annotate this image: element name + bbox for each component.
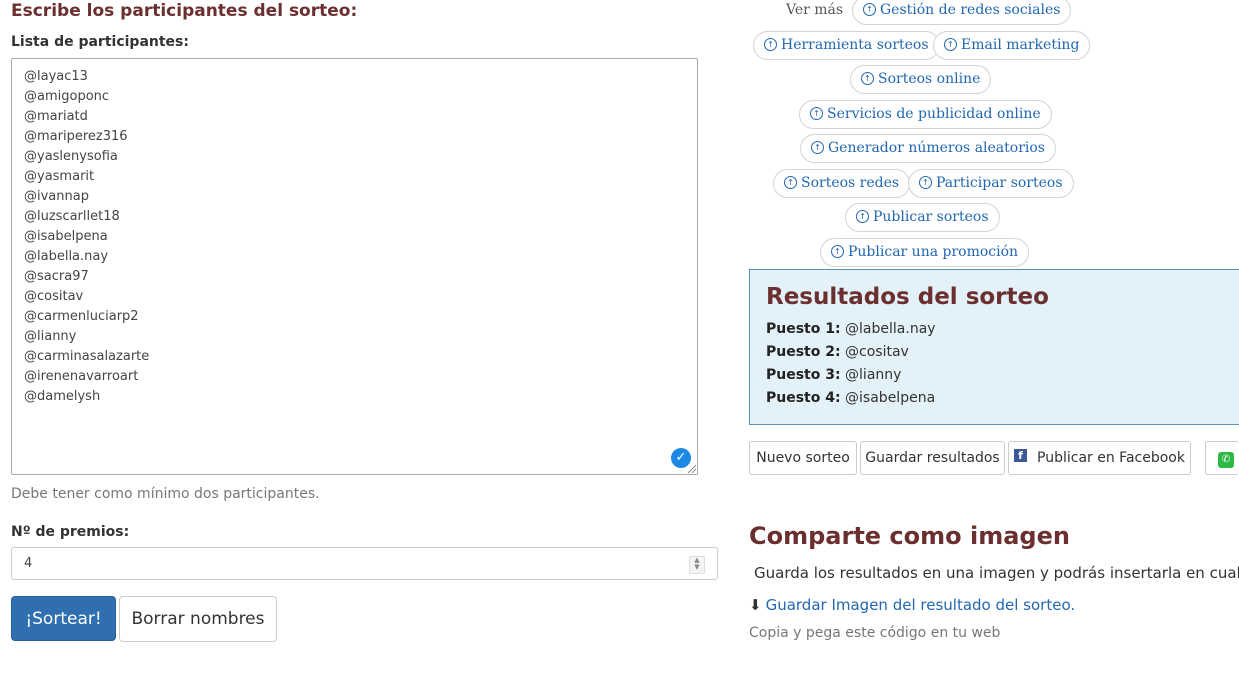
arrow-up-circle-icon: ↑ (811, 140, 824, 154)
participant-line: @carminasalazarte (24, 349, 150, 364)
prizes-label: Nº de premios: (11, 524, 130, 540)
download-icon: ⬇ (749, 596, 762, 614)
participant-line: @labella.nay (24, 249, 109, 264)
link-advertising-services[interactable]: ↑ Servicios de publicidad online (799, 100, 1052, 129)
publish-facebook-button[interactable]: f Publicar en Facebook (1008, 441, 1191, 475)
participant-line: @yasmarit (24, 169, 95, 184)
link-social-raffles[interactable]: ↑ Sorteos redes (773, 169, 911, 198)
link-participate-raffles[interactable]: ↑ Participar sorteos (908, 169, 1074, 198)
share-description: Guarda los resultados en una imagen y po… (754, 564, 1239, 582)
participants-list: @layac13 @amigoponc @mariatd @mariperez3… (24, 67, 149, 407)
link-social-media[interactable]: ↑ Gestión de redes sociales (852, 0, 1072, 25)
result-row: Puesto 3: @lianny (766, 367, 902, 383)
copy-code-text: Copia y pega este código en tu web (749, 625, 1001, 641)
arrow-up-circle-icon: ↑ (784, 175, 797, 189)
participant-line: @ivannap (24, 189, 89, 204)
results-panel: Resultados del sorteo Puesto 1: @labella… (749, 269, 1239, 425)
participant-line: @yaslenysofia (24, 149, 118, 164)
whatsapp-share-button[interactable]: ✆ (1205, 441, 1239, 475)
arrow-up-circle-icon: ↑ (764, 37, 777, 51)
new-draw-button[interactable]: Nuevo sorteo (749, 441, 857, 475)
draw-button[interactable]: ¡Sortear! (11, 596, 116, 641)
participant-line: @irenenavarroart (24, 369, 139, 384)
save-results-button[interactable]: Guardar resultados (860, 441, 1005, 475)
result-row: Puesto 4: @isabelpena (766, 390, 936, 406)
prizes-number-input[interactable]: 4 ▲ ▼ (11, 547, 718, 580)
arrow-up-circle-icon: ↑ (863, 2, 876, 16)
participant-line: @amigoponc (24, 89, 110, 104)
resize-handle-icon[interactable] (686, 463, 696, 473)
link-email-marketing[interactable]: ↑ Email marketing (933, 31, 1091, 60)
number-spinner-icon[interactable]: ▲ ▼ (689, 556, 705, 574)
whatsapp-icon: ✆ (1218, 452, 1234, 468)
participant-line: @lianny (24, 329, 77, 344)
participant-line: @carmenluciarp2 (24, 309, 139, 324)
link-online-raffles[interactable]: ↑ Sorteos online (850, 65, 992, 94)
result-row: Puesto 2: @cositav (766, 344, 909, 360)
participant-line: @mariperez316 (24, 129, 128, 144)
arrow-up-circle-icon: ↑ (944, 37, 957, 51)
participant-line: @mariatd (24, 109, 88, 124)
participant-line: @damelysh (24, 389, 101, 404)
share-title: Comparte como imagen (749, 522, 1070, 550)
participant-line: @luzscarllet18 (24, 209, 120, 224)
participants-label: Lista de participantes: (11, 34, 189, 50)
clear-names-button[interactable]: Borrar nombres (119, 596, 277, 642)
result-row: Puesto 1: @labella.nay (766, 321, 936, 337)
link-publish-promotion[interactable]: ↑ Publicar una promoción (820, 238, 1030, 267)
results-title: Resultados del sorteo (766, 284, 1049, 310)
link-raffle-tool[interactable]: ↑ Herramienta sorteos (753, 31, 940, 60)
participant-line: @layac13 (24, 69, 88, 84)
participant-line: @sacra97 (24, 269, 89, 284)
min-participants-help: Debe tener como mínimo dos participantes… (11, 486, 320, 502)
facebook-icon: f (1014, 449, 1028, 462)
participant-line: @cositav (24, 289, 84, 304)
arrow-up-circle-icon: ↑ (810, 106, 823, 120)
arrow-up-circle-icon: ↑ (861, 71, 874, 85)
participants-textarea[interactable]: @layac13 @amigoponc @mariatd @mariperez3… (11, 58, 698, 475)
participant-line: @isabelpena (24, 229, 108, 244)
link-random-numbers[interactable]: ↑ Generador números aleatorios (800, 134, 1056, 163)
arrow-up-circle-icon: ↑ (919, 175, 932, 189)
form-heading: Escribe los participantes del sorteo: (11, 1, 358, 21)
arrow-up-circle-icon: ↑ (856, 209, 869, 223)
link-publish-raffles[interactable]: ↑ Publicar sorteos (845, 203, 1000, 232)
see-more-label: Ver más (786, 2, 844, 18)
prizes-value: 4 (24, 556, 33, 571)
download-image-link[interactable]: ⬇ Guardar Imagen del resultado del sorteo… (749, 596, 1075, 614)
arrow-up-circle-icon: ↑ (831, 244, 844, 258)
